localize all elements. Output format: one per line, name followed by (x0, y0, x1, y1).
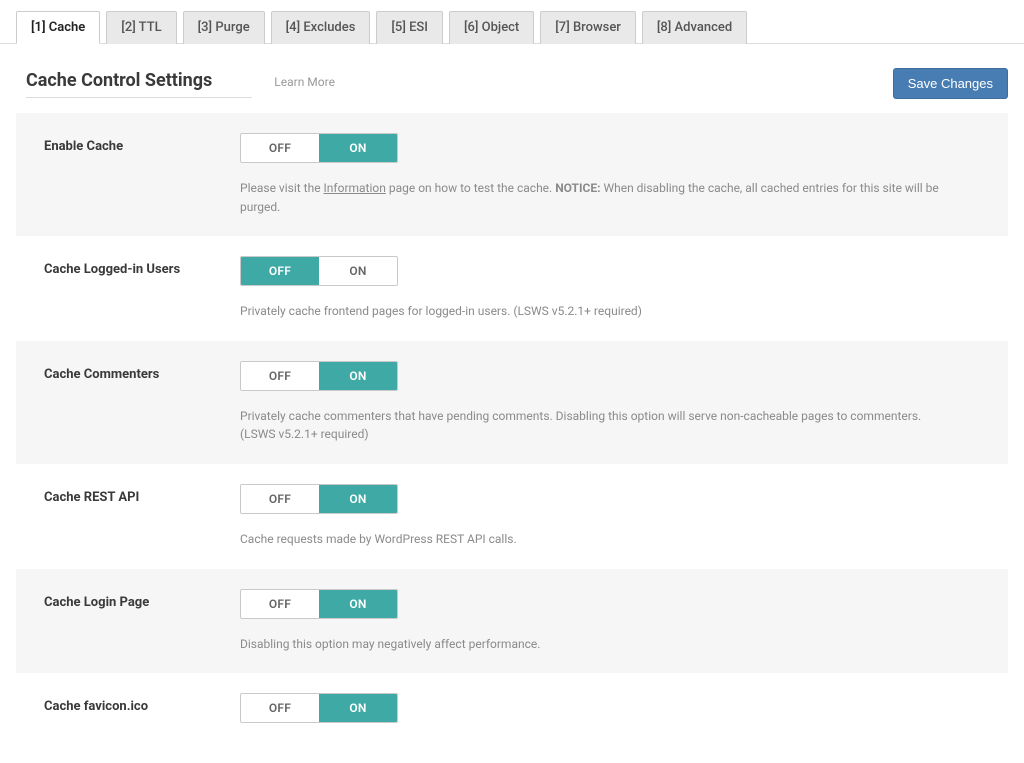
setting-row-cache-logged-in: Cache Logged-in Users OFF ON Privately c… (16, 236, 1008, 341)
setting-label: Cache Login Page (44, 589, 240, 654)
setting-description: Cache requests made by WordPress REST AP… (240, 530, 940, 549)
notice-label: NOTICE: (555, 181, 600, 195)
setting-label: Cache Logged-in Users (44, 256, 240, 321)
tab-browser[interactable]: [7] Browser (540, 11, 636, 44)
tab-advanced[interactable]: [8] Advanced (642, 11, 747, 44)
tab-excludes[interactable]: [4] Excludes (271, 11, 371, 44)
toggle-on-half[interactable]: ON (319, 694, 397, 722)
tab-purge[interactable]: [3] Purge (183, 11, 265, 44)
setting-description: Please visit the Information page on how… (240, 179, 940, 216)
tab-cache[interactable]: [1] Cache (16, 11, 100, 44)
tab-object[interactable]: [6] Object (449, 11, 534, 44)
toggle-enable-cache[interactable]: OFF ON (240, 133, 398, 163)
toggle-off-half[interactable]: OFF (241, 590, 319, 618)
toggle-off-half[interactable]: OFF (241, 134, 319, 162)
page-title: Cache Control Settings (26, 70, 252, 98)
page-header: Cache Control Settings Learn More Save C… (0, 44, 1024, 113)
toggle-cache-logged-in[interactable]: OFF ON (240, 256, 398, 286)
toggle-on-half[interactable]: ON (319, 134, 397, 162)
learn-more-link[interactable]: Learn More (274, 75, 335, 89)
toggle-off-half[interactable]: OFF (241, 257, 319, 285)
toggle-cache-favicon[interactable]: OFF ON (240, 693, 398, 723)
toggle-on-half[interactable]: ON (319, 257, 397, 285)
toggle-on-half[interactable]: ON (319, 362, 397, 390)
toggle-cache-commenters[interactable]: OFF ON (240, 361, 398, 391)
toggle-off-half[interactable]: OFF (241, 485, 319, 513)
toggle-cache-rest-api[interactable]: OFF ON (240, 484, 398, 514)
setting-row-cache-commenters: Cache Commenters OFF ON Privately cache … (16, 341, 1008, 464)
setting-description: Privately cache commenters that have pen… (240, 407, 940, 444)
settings-table: Enable Cache OFF ON Please visit the Inf… (16, 113, 1008, 743)
toggle-off-half[interactable]: OFF (241, 362, 319, 390)
tabs-bar: [1] Cache [2] TTL [3] Purge [4] Excludes… (0, 0, 1024, 44)
setting-label: Cache Commenters (44, 361, 240, 444)
toggle-on-half[interactable]: ON (319, 590, 397, 618)
setting-description: Disabling this option may negatively aff… (240, 635, 940, 654)
setting-label: Cache REST API (44, 484, 240, 549)
setting-row-enable-cache: Enable Cache OFF ON Please visit the Inf… (16, 113, 1008, 236)
setting-label: Enable Cache (44, 133, 240, 216)
toggle-cache-login-page[interactable]: OFF ON (240, 589, 398, 619)
save-changes-button[interactable]: Save Changes (893, 68, 1008, 99)
information-link[interactable]: Information (324, 181, 386, 195)
setting-description: Privately cache frontend pages for logge… (240, 302, 940, 321)
setting-label: Cache favicon.ico (44, 693, 240, 723)
toggle-on-half[interactable]: ON (319, 485, 397, 513)
tab-esi[interactable]: [5] ESI (376, 11, 443, 44)
setting-row-cache-login-page: Cache Login Page OFF ON Disabling this o… (16, 569, 1008, 674)
toggle-off-half[interactable]: OFF (241, 694, 319, 722)
tab-ttl[interactable]: [2] TTL (106, 11, 176, 44)
setting-row-cache-favicon: Cache favicon.ico OFF ON (16, 673, 1008, 743)
setting-row-cache-rest-api: Cache REST API OFF ON Cache requests mad… (16, 464, 1008, 569)
